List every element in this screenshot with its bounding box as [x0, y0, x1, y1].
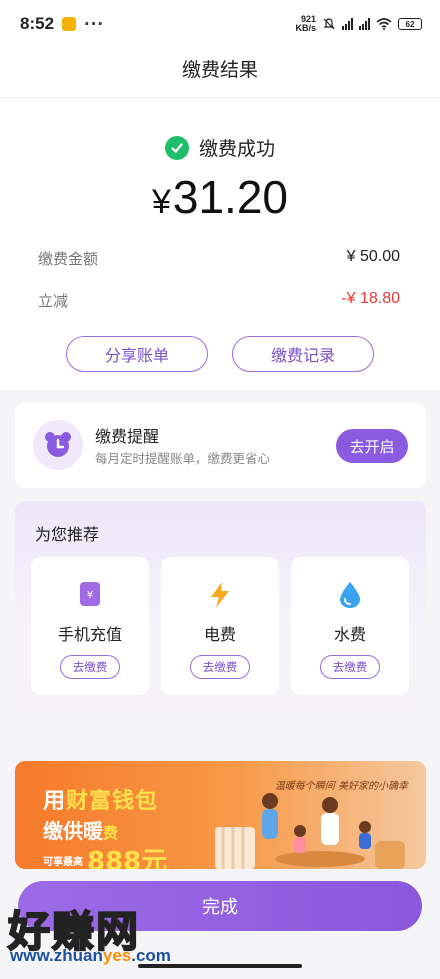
- mute-bell-icon: [323, 18, 335, 30]
- network-speed: 921 KB/s: [295, 15, 316, 33]
- alarm-clock-icon: [33, 420, 83, 470]
- detail-label: 立减: [38, 292, 69, 310]
- banner-line2-b: 费: [103, 824, 119, 842]
- enable-reminder-button[interactable]: 去开启: [336, 429, 408, 463]
- banner-line1: 用财富钱包: [43, 783, 158, 815]
- status-icons: 921 KB/s 62: [295, 15, 422, 33]
- payment-reminder-card: 缴费提醒 每月定时提醒账单，缴费更省心 去开启: [15, 403, 426, 488]
- battery-icon: 62: [398, 18, 422, 30]
- banner-line1-b: 财富钱包: [66, 789, 159, 814]
- detail-row-amount: 缴费金额 ¥ 50.00: [38, 248, 400, 269]
- banner-line1-a: 用: [43, 789, 67, 814]
- status-bar: 8:52 ··· 921 KB/s 62: [0, 0, 440, 48]
- notification-app-icon: [62, 17, 77, 31]
- water-drop-icon-wrap: [291, 581, 409, 609]
- svg-text:¥: ¥: [87, 590, 93, 601]
- recommend-section: 为您推荐 ¥ 手机充值 去缴费 电费 去缴费 水费 去缴费: [15, 501, 426, 713]
- recommend-card-mobile-topup[interactable]: ¥ 手机充值 去缴费: [31, 557, 149, 695]
- go-pay-button[interactable]: 去缴费: [60, 655, 120, 679]
- detail-row-discount: 立减 -¥ 18.80: [38, 290, 400, 311]
- recommend-card-electricity[interactable]: 电费 去缴费: [161, 557, 279, 695]
- recommend-title: 为您推荐: [35, 525, 100, 544]
- card-label: 手机充值: [57, 625, 122, 644]
- promo-banner[interactable]: 用财富钱包 缴供暖费 可享最高 888元 温暖每个瞬间 美好家的小确幸: [15, 761, 426, 869]
- payment-records-button[interactable]: 缴费记录: [232, 336, 374, 372]
- payment-result-card: 缴费成功 ¥31.20 缴费金额 ¥ 50.00 立减 -¥ 18.80 分享账…: [0, 98, 440, 390]
- watermark-url-b: yes: [102, 946, 132, 965]
- phone-icon: ¥: [80, 582, 100, 606]
- paid-amount-value: 31.20: [172, 171, 289, 223]
- payment-status-text: 缴费成功: [198, 138, 275, 160]
- detail-value: ¥ 50.00: [346, 248, 400, 265]
- banner-line2: 缴供暖费: [43, 815, 118, 844]
- banner-line3-small: 可享最高: [43, 857, 83, 868]
- status-time: 8:52: [20, 14, 55, 33]
- signal-icon-1: [342, 18, 353, 30]
- lightning-icon: [211, 582, 229, 608]
- share-bill-button[interactable]: 分享账单: [66, 336, 208, 372]
- detail-label: 缴费金额: [38, 250, 99, 268]
- lightning-icon-wrap: [161, 581, 279, 609]
- home-indicator[interactable]: [138, 964, 302, 968]
- reminder-subtitle: 每月定时提醒账单，缴费更省心: [95, 451, 271, 466]
- go-pay-button[interactable]: 去缴费: [190, 655, 250, 679]
- banner-line2-a: 缴供暖: [43, 819, 103, 843]
- signal-icon-2: [359, 18, 370, 30]
- banner-line3: 可享最高 888元: [43, 841, 167, 869]
- reminder-title: 缴费提醒: [95, 427, 160, 446]
- banner-line3-amount: 888元: [87, 847, 168, 869]
- card-label: 电费: [203, 625, 236, 644]
- speed-unit: KB/s: [295, 23, 316, 33]
- success-check-icon: [164, 135, 189, 160]
- recommend-card-water[interactable]: 水费 去缴费: [291, 557, 409, 695]
- payment-status: 缴费成功: [0, 134, 440, 161]
- page-title: 缴费结果: [0, 48, 440, 98]
- watermark-url: www.zhuanyes.com: [10, 946, 171, 966]
- watermark-url-a: www.zhuan: [10, 946, 103, 965]
- watermark-url-c: .com: [131, 946, 171, 965]
- water-drop-icon: [340, 582, 360, 608]
- paid-amount: ¥31.20: [0, 170, 440, 224]
- wifi-icon: [376, 18, 392, 30]
- discount-value: -¥ 18.80: [341, 290, 400, 307]
- card-label: 水费: [333, 625, 366, 644]
- phone-icon-wrap: ¥: [31, 581, 149, 607]
- currency-symbol: ¥: [151, 183, 171, 221]
- go-pay-button[interactable]: 去缴费: [320, 655, 380, 679]
- family-illustration: [215, 793, 405, 869]
- more-notifications-icon: ···: [84, 15, 105, 33]
